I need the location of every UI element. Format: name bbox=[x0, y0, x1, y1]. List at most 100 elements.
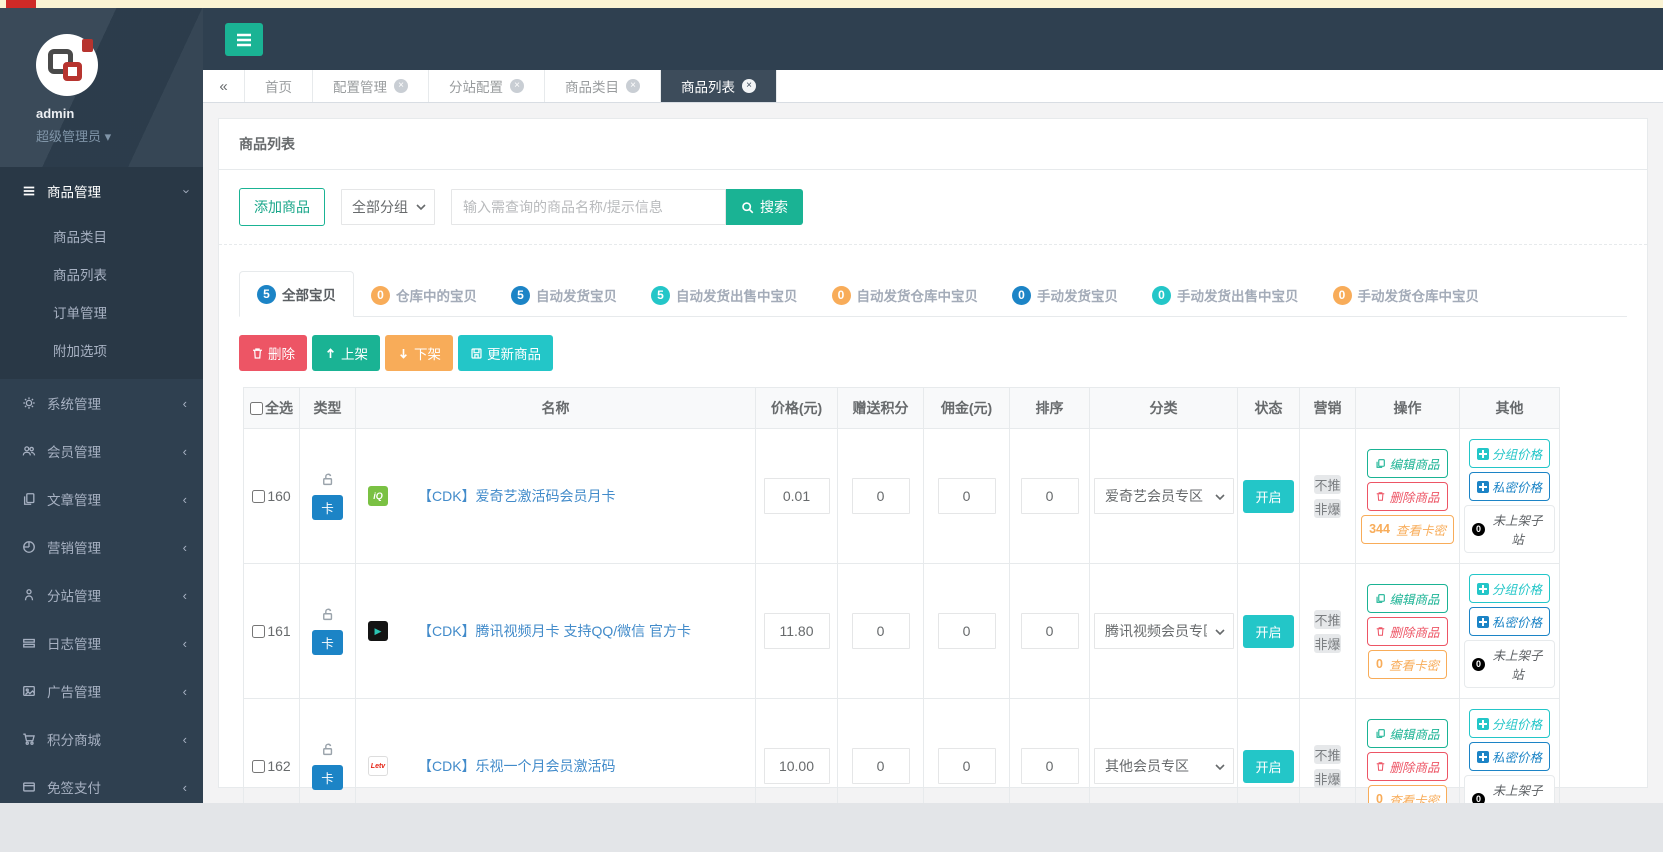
category-select[interactable]: 腾讯视频会员专区 bbox=[1094, 613, 1234, 649]
not-hot-badge: 非爆 bbox=[1314, 634, 1340, 653]
count-badge: 0 bbox=[832, 286, 851, 305]
table-row: 162 卡 Letv 【CDK】乐视一个月会员激活码 其他会员专区 开启 bbox=[244, 699, 1560, 804]
sidebar-item-ads[interactable]: 广告管理‹ bbox=[0, 667, 203, 715]
count-badge: 0 bbox=[1152, 286, 1171, 305]
edit-product-button[interactable]: 编辑商品 bbox=[1367, 584, 1447, 613]
card-count: 0 bbox=[1376, 792, 1383, 803]
sidebar-subitem-extra-options[interactable]: 附加选项 bbox=[0, 331, 203, 369]
private-price-button[interactable]: 私密价格 bbox=[1469, 742, 1550, 771]
status-toggle-button[interactable]: 开启 bbox=[1243, 480, 1293, 513]
private-price-button[interactable]: 私密价格 bbox=[1469, 472, 1550, 501]
view-cards-button[interactable]: 344 查看卡密 bbox=[1361, 515, 1454, 544]
close-icon[interactable]: × bbox=[394, 79, 408, 93]
bulk-list-button[interactable]: 上架 bbox=[312, 335, 380, 371]
status-toggle-button[interactable]: 开启 bbox=[1243, 615, 1293, 648]
tab-warehouse-products[interactable]: 0仓库中的宝贝 bbox=[354, 273, 494, 317]
row-checkbox[interactable] bbox=[252, 625, 265, 638]
person-icon bbox=[22, 588, 36, 602]
points-input[interactable] bbox=[852, 748, 910, 784]
tab-product-list[interactable]: 商品列表× bbox=[661, 70, 777, 102]
sidebar-subitem-order-management[interactable]: 订单管理 bbox=[0, 293, 203, 331]
price-input[interactable] bbox=[764, 613, 830, 649]
close-icon[interactable]: × bbox=[510, 79, 524, 93]
view-cards-button[interactable]: 0 查看卡密 bbox=[1368, 785, 1447, 804]
search-input[interactable] bbox=[451, 189, 726, 225]
sidebar-item-points-mall[interactable]: 积分商城‹ bbox=[0, 715, 203, 763]
plus-icon bbox=[1477, 616, 1489, 628]
sidebar-item-members[interactable]: 会员管理‹ bbox=[0, 427, 203, 475]
edit-product-button[interactable]: 编辑商品 bbox=[1367, 449, 1447, 478]
edit-product-button[interactable]: 编辑商品 bbox=[1367, 719, 1447, 748]
product-name-link[interactable]: 【CDK】腾讯视频月卡 支持QQ/微信 官方卡 bbox=[418, 621, 691, 641]
tab-product-category[interactable]: 商品类目× bbox=[545, 70, 661, 102]
points-input[interactable] bbox=[852, 478, 910, 514]
copy-icon bbox=[1375, 728, 1386, 739]
points-input[interactable] bbox=[852, 613, 910, 649]
tabs-back-button[interactable]: « bbox=[203, 70, 245, 102]
user-role-dropdown[interactable]: 超级管理员 ▾ bbox=[36, 126, 203, 145]
sort-input[interactable] bbox=[1021, 748, 1079, 784]
tab-manual-delivery-warehouse[interactable]: 0手动发货仓库中宝贝 bbox=[1316, 273, 1497, 317]
sidebar-subitem-product-category[interactable]: 商品类目 bbox=[0, 217, 203, 255]
count-badge: 0 bbox=[371, 286, 390, 305]
category-select[interactable]: 爱奇艺会员专区 bbox=[1094, 478, 1234, 514]
view-cards-button[interactable]: 0 查看卡密 bbox=[1368, 650, 1447, 679]
strip-red-block bbox=[6, 0, 36, 8]
price-input[interactable] bbox=[764, 748, 830, 784]
chevron-left-icon: ‹ bbox=[183, 396, 187, 411]
select-all-checkbox[interactable] bbox=[250, 402, 263, 415]
search-button[interactable]: 搜索 bbox=[726, 189, 803, 225]
sidebar-item-logs[interactable]: 日志管理‹ bbox=[0, 619, 203, 667]
sort-input[interactable] bbox=[1021, 478, 1079, 514]
group-price-button[interactable]: 分组价格 bbox=[1469, 709, 1550, 738]
group-filter-select[interactable]: 全部分组 bbox=[341, 189, 435, 225]
private-price-button[interactable]: 私密价格 bbox=[1469, 607, 1550, 636]
row-checkbox[interactable] bbox=[252, 490, 265, 503]
not-listed-substation-button[interactable]: 0 未上架子站 bbox=[1464, 640, 1555, 688]
price-input[interactable] bbox=[764, 478, 830, 514]
sidebar-item-marketing[interactable]: 营销管理‹ bbox=[0, 523, 203, 571]
sidebar-item-articles[interactable]: 文章管理‹ bbox=[0, 475, 203, 523]
bulk-delete-button[interactable]: 删除 bbox=[239, 335, 307, 371]
tab-manual-delivery-products[interactable]: 0手动发货宝贝 bbox=[995, 273, 1135, 317]
status-toggle-button[interactable]: 开启 bbox=[1243, 750, 1293, 783]
tab-substation-config[interactable]: 分站配置× bbox=[429, 70, 545, 102]
bulk-update-button[interactable]: 更新商品 bbox=[458, 335, 553, 371]
close-icon[interactable]: × bbox=[742, 79, 756, 93]
group-price-button[interactable]: 分组价格 bbox=[1469, 574, 1550, 603]
tab-auto-delivery-warehouse[interactable]: 0自动发货仓库中宝贝 bbox=[815, 273, 996, 317]
commission-input[interactable] bbox=[938, 478, 996, 514]
tab-home[interactable]: 首页 bbox=[245, 70, 313, 102]
delete-product-button[interactable]: 删除商品 bbox=[1367, 752, 1447, 781]
not-listed-substation-button[interactable]: 0 未上架子站 bbox=[1464, 505, 1555, 553]
tab-auto-delivery-selling[interactable]: 5自动发货出售中宝贝 bbox=[634, 273, 815, 317]
chevron-left-icon: ‹ bbox=[183, 492, 187, 507]
delete-product-button[interactable]: 删除商品 bbox=[1367, 617, 1447, 646]
tab-all-products[interactable]: 5全部宝贝 bbox=[239, 271, 354, 317]
add-product-button[interactable]: 添加商品 bbox=[239, 188, 325, 226]
tab-manual-delivery-selling[interactable]: 0手动发货出售中宝贝 bbox=[1135, 273, 1316, 317]
category-select[interactable]: 其他会员专区 bbox=[1094, 748, 1234, 784]
products-table: 全选 类型 名称 价格(元) 赠送积分 佣金(元) 排序 分类 状态 营销 操作 bbox=[243, 387, 1560, 803]
group-price-button[interactable]: 分组价格 bbox=[1469, 439, 1550, 468]
sidebar-item-substations[interactable]: 分站管理‹ bbox=[0, 571, 203, 619]
trash-icon bbox=[1375, 491, 1386, 502]
sidebar-item-system[interactable]: 系统管理‹ bbox=[0, 379, 203, 427]
sidebar-toggle-button[interactable] bbox=[225, 23, 263, 56]
close-icon[interactable]: × bbox=[626, 79, 640, 93]
not-listed-substation-button[interactable]: 0 未上架子站 bbox=[1464, 775, 1555, 803]
sidebar-item-products[interactable]: 商品管理 ‹ bbox=[0, 167, 203, 215]
not-recommended-badge: 不推 bbox=[1314, 475, 1340, 494]
delete-product-button[interactable]: 删除商品 bbox=[1367, 482, 1447, 511]
sidebar-subitem-product-list[interactable]: 商品列表 bbox=[0, 255, 203, 293]
product-name-link[interactable]: 【CDK】爱奇艺激活码会员月卡 bbox=[418, 486, 616, 506]
sort-input[interactable] bbox=[1021, 613, 1079, 649]
row-checkbox[interactable] bbox=[252, 760, 265, 773]
sidebar-item-payment[interactable]: 免签支付‹ bbox=[0, 763, 203, 803]
tab-auto-delivery-products[interactable]: 5自动发货宝贝 bbox=[494, 273, 634, 317]
tab-config-management[interactable]: 配置管理× bbox=[313, 70, 429, 102]
commission-input[interactable] bbox=[938, 613, 996, 649]
product-name-link[interactable]: 【CDK】乐视一个月会员激活码 bbox=[418, 756, 616, 776]
commission-input[interactable] bbox=[938, 748, 996, 784]
bulk-delist-button[interactable]: 下架 bbox=[385, 335, 453, 371]
